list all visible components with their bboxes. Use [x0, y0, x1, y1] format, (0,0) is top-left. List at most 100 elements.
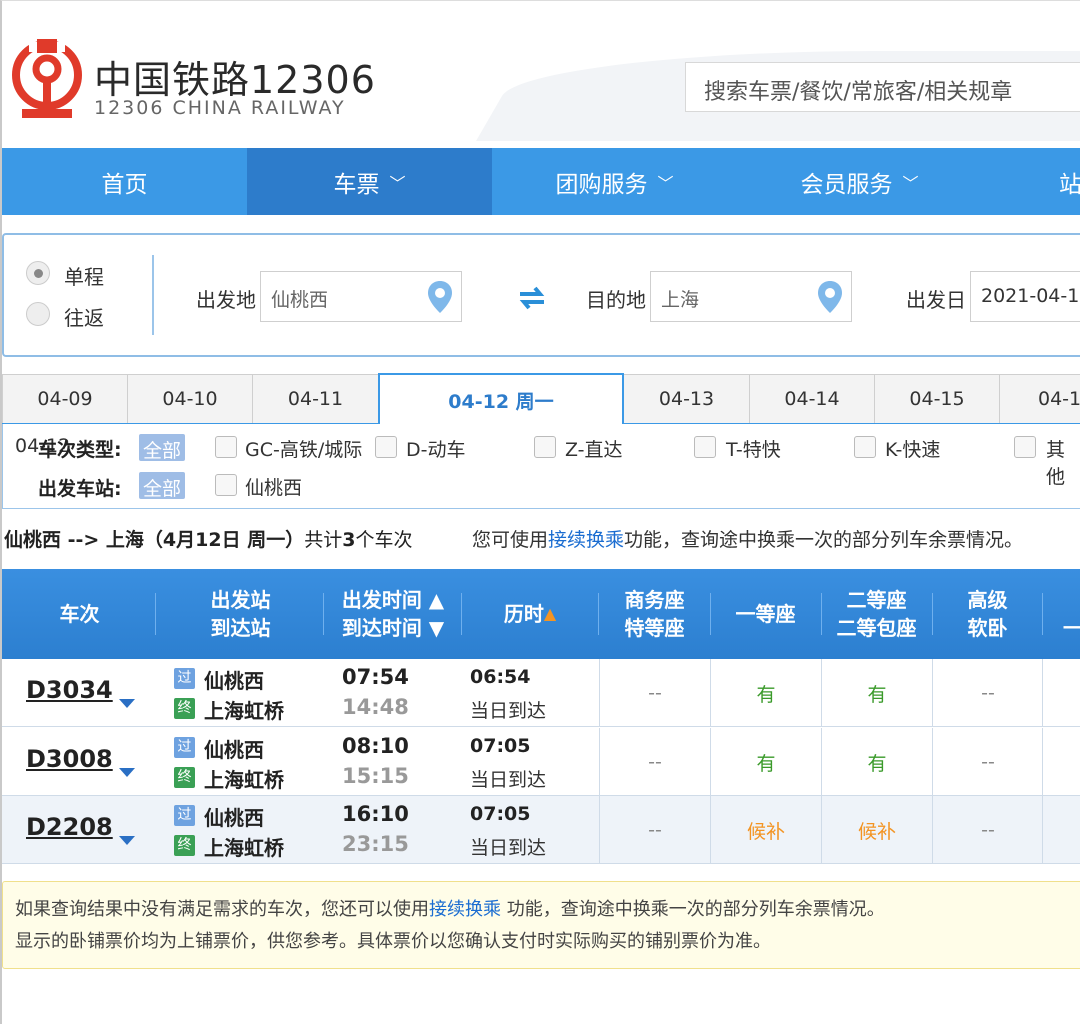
terminal-station-badge: 终 [174, 698, 195, 719]
notice-line-1-suffix: 功能，查询途中换乘一次的部分列车余票情况。 [501, 899, 885, 920]
th-dep-time-label: 出发时间 [341, 588, 422, 612]
to-station: 上海虹桥 [204, 768, 284, 792]
nav-tickets[interactable]: 车票 ﹀ [247, 148, 492, 215]
nav-group-service[interactable]: 团购服务 ﹀ [492, 148, 737, 215]
sort-down-icon: ▼ [421, 616, 445, 640]
one-way-label: 单程 [64, 265, 104, 289]
filter-d-checkbox[interactable] [375, 436, 397, 458]
date-tab[interactable]: 04-09 [2, 374, 128, 424]
second-class-waitlist[interactable]: 候补 [821, 796, 932, 864]
from-station-value: 仙桃西 [271, 289, 329, 311]
train-type-all-button[interactable]: 全部 [139, 434, 186, 462]
terminal-station-badge: 终 [174, 767, 195, 788]
first-class-seat[interactable]: 有 [710, 728, 821, 796]
filter-other-checkbox[interactable] [1014, 436, 1036, 458]
filter-z-checkbox[interactable] [534, 436, 556, 458]
pass-station-badge: 过 [174, 668, 195, 689]
nav-home[interactable]: 首页 [2, 148, 247, 215]
th-first-class: 一等座 [710, 569, 821, 659]
th-more: 一 [1043, 569, 1080, 659]
th-soft-a-label: 高级 [967, 588, 1008, 612]
round-trip-label: 往返 [64, 306, 104, 330]
caret-down-icon[interactable] [119, 836, 135, 845]
location-pin-icon [428, 281, 452, 313]
nav-member-label: 会员服务 [800, 171, 893, 198]
th-duration[interactable]: 历时 ▲ [462, 569, 598, 659]
date-tab[interactable]: 04-15 [874, 374, 1000, 424]
date-tab[interactable]: 04-14 [749, 374, 875, 424]
first-class-waitlist[interactable]: 候补 [710, 796, 821, 864]
location-pin-icon [818, 281, 842, 313]
from-station: 仙桃西 [204, 806, 264, 830]
train-count: 3 [342, 529, 356, 551]
table-row[interactable]: D2208 过 终 仙桃西 上海虹桥 16:10 23:15 07:05 当日到… [2, 796, 1080, 864]
th-stations: 出发站 到达站 [157, 569, 324, 659]
th-train: 车次 [2, 569, 157, 659]
date-tab-selected[interactable]: 04-12 周一 [378, 373, 624, 425]
second-class-seat[interactable]: 有 [821, 659, 932, 727]
departure-time: 08:10 [342, 734, 409, 758]
railway-logo-icon[interactable] [10, 39, 85, 121]
from-station: 仙桃西 [204, 738, 264, 762]
filter-k-checkbox[interactable] [854, 436, 876, 458]
soft-sleeper-seat: -- [932, 659, 1043, 727]
swap-stations-icon[interactable] [516, 285, 548, 311]
th-business-label: 商务座 [624, 588, 685, 612]
site-search-input[interactable]: 搜索车票/餐饮/常旅客/相关规章 [685, 62, 1080, 112]
date-tab[interactable]: 04-16 [999, 374, 1080, 424]
notice-line-1-prefix: 如果查询结果中没有满足需求的车次，您还可以使用 [15, 899, 429, 920]
station-all-button[interactable]: 全部 [139, 472, 186, 500]
route-text: 仙桃西 --> 上海（4月12日 周一） [4, 529, 305, 551]
transfer-link[interactable]: 接续换乘 [548, 529, 624, 551]
th-arr-time-label: 到达时间 [341, 616, 422, 640]
date-tab[interactable]: 04-11 [252, 374, 379, 424]
filter-d-label: D-动车 [406, 439, 466, 461]
round-trip-radio[interactable] [26, 302, 50, 326]
from-station-input[interactable]: 仙桃西 [260, 271, 462, 322]
th-first-label: 一等座 [735, 602, 796, 626]
th-more-label: 一 [1063, 614, 1080, 642]
departure-date-input[interactable]: 2021-04-12 [970, 271, 1080, 322]
query-divider [152, 255, 154, 335]
nav-group-label: 团购服务 [555, 171, 648, 198]
nav-station-service[interactable]: 站 [982, 148, 1080, 215]
date-tab[interactable]: 04-10 [127, 374, 253, 424]
notice-transfer-link[interactable]: 接续换乘 [429, 899, 501, 920]
business-seat: -- [599, 728, 710, 796]
train-number-link[interactable]: D2208 [26, 813, 113, 841]
th-premium-label: 特等座 [624, 616, 685, 640]
th-times[interactable]: 出发时间 ▲ 到达时间 ▼ [324, 569, 462, 659]
first-class-seat[interactable]: 有 [710, 659, 821, 727]
caret-down-icon[interactable] [119, 768, 135, 777]
th-train-label: 车次 [59, 602, 100, 626]
duration: 07:05 [470, 803, 531, 825]
train-number-link[interactable]: D3034 [26, 676, 113, 704]
from-label: 出发地 [196, 288, 256, 312]
sort-up-icon: ▲ [421, 588, 445, 612]
table-row[interactable]: D3034 过 终 仙桃西 上海虹桥 07:54 14:48 06:54 当日到… [2, 659, 1080, 727]
same-day-arrival: 当日到达 [470, 837, 547, 859]
brand-subtitle: 12306 CHINA RAILWAY [94, 97, 346, 119]
filter-t-checkbox[interactable] [694, 436, 716, 458]
to-station: 上海虹桥 [204, 699, 284, 723]
to-station-input[interactable]: 上海 [650, 271, 852, 322]
second-class-seat[interactable]: 有 [821, 728, 932, 796]
filter-gc-checkbox[interactable] [215, 436, 237, 458]
count-prefix: 共计 [304, 529, 343, 551]
result-summary: 仙桃西 --> 上海（4月12日 周一）共计3个车次 [4, 525, 412, 552]
main-nav: 首页 车票 ﹀ 团购服务 ﹀ 会员服务 ﹀ 站 [2, 148, 1080, 215]
nav-member-service[interactable]: 会员服务 ﹀ [737, 148, 982, 215]
duration: 06:54 [470, 666, 531, 688]
notice-box: 如果查询结果中没有满足需求的车次，您还可以使用接续换乘 功能，查询途中换乘一次的… [2, 881, 1080, 969]
date-tab[interactable]: 04-13 [623, 374, 750, 424]
one-way-radio[interactable] [26, 261, 50, 285]
hint-prefix: 您可使用 [472, 529, 549, 551]
chevron-down-icon: ﹀ [657, 173, 674, 193]
table-row[interactable]: D3008 过 终 仙桃西 上海虹桥 08:10 15:15 07:05 当日到… [2, 728, 1080, 796]
duration: 07:05 [470, 735, 531, 757]
station-xiantaoxi-checkbox[interactable] [215, 474, 237, 496]
caret-down-icon[interactable] [119, 699, 135, 708]
to-station: 上海虹桥 [204, 836, 284, 860]
train-number-link[interactable]: D3008 [26, 745, 113, 773]
pass-station-badge: 过 [174, 737, 195, 758]
